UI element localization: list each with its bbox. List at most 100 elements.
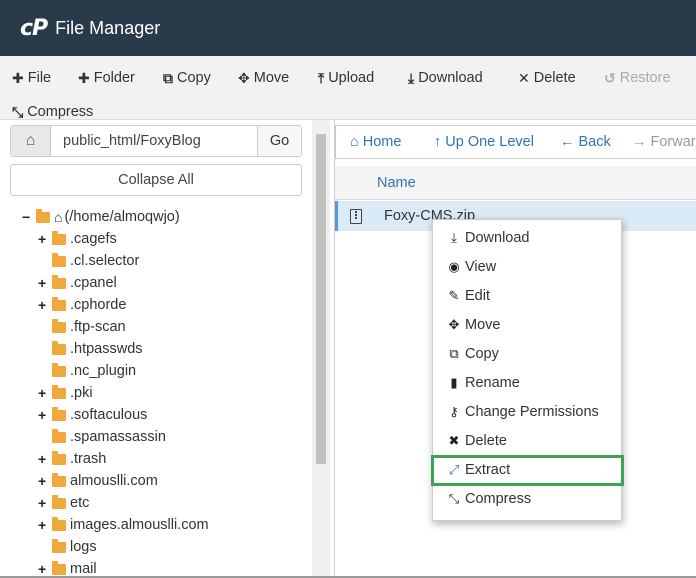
menu-item-view[interactable]: ◉ View	[447, 256, 496, 278]
tree-item-label: etc	[70, 495, 90, 511]
tree-item-label: .ftp-scan	[70, 319, 126, 335]
expand-toggle[interactable]: +	[38, 231, 52, 247]
tree-item[interactable]: + .cphorde	[38, 294, 126, 316]
menu-item-label: View	[465, 259, 497, 275]
expand-toggle[interactable]: +	[38, 473, 52, 489]
new-folder-button[interactable]: ✚ Folder	[78, 67, 135, 89]
tree-item[interactable]: + etc	[38, 492, 89, 514]
menu-item-delete[interactable]: ✖ Delete	[447, 430, 507, 452]
folder-icon	[52, 318, 66, 333]
expand-toggle[interactable]: +	[38, 561, 52, 577]
expand-toggle[interactable]: +	[38, 275, 52, 291]
expand-toggle[interactable]: +	[38, 517, 52, 533]
tree-item[interactable]: + .trash	[38, 448, 106, 470]
tree-item[interactable]: + .softaculous	[38, 404, 147, 426]
tree-item[interactable]: + mail	[38, 558, 97, 578]
menu-item-copy[interactable]: ⧉ Copy	[447, 343, 499, 365]
arrow-right-icon: →	[632, 134, 647, 150]
tree-item[interactable]: + images.almouslli.com	[38, 514, 209, 536]
tree-item-label: .nc_plugin	[70, 363, 137, 379]
upload-button[interactable]: ⤒ Upload	[318, 67, 374, 89]
folder-icon	[52, 406, 66, 421]
nav-up-button[interactable]: ↑ Up One Level	[434, 134, 534, 150]
undo-icon: ↺	[604, 69, 616, 86]
tree-item-label: images.almouslli.com	[70, 517, 209, 533]
tree-item-label: mail	[70, 561, 97, 577]
download-button[interactable]: ⤓ Download	[408, 67, 483, 89]
tree-item[interactable]: + .cagefs	[38, 228, 117, 250]
folder-open-icon	[36, 208, 50, 223]
tree-scrollbar[interactable]	[312, 120, 330, 578]
tree-item[interactable]: .cl.selector	[38, 250, 139, 272]
nav-forward-button[interactable]: →Forward	[632, 134, 696, 150]
expand-toggle[interactable]: +	[38, 495, 52, 511]
home-button[interactable]: ⌂	[11, 126, 51, 156]
expand-toggle[interactable]: +	[38, 407, 52, 423]
move-button[interactable]: ✥ Move	[238, 67, 289, 89]
expand-toggle[interactable]: +	[38, 451, 52, 467]
tree-item[interactable]: + .cpanel	[38, 272, 117, 294]
go-button[interactable]: Go	[257, 126, 301, 156]
menu-item-change-permissions[interactable]: ⚷ Change Permissions	[447, 401, 599, 423]
scrollbar-thumb[interactable]	[316, 134, 326, 464]
folder-icon	[52, 296, 66, 311]
tree-item-label: .cpanel	[70, 275, 117, 291]
folder-icon	[52, 472, 66, 487]
arrow-left-icon: ←	[560, 134, 575, 150]
tree-item[interactable]: .htpasswds	[38, 338, 143, 360]
expand-toggle[interactable]: +	[38, 385, 52, 401]
path-input[interactable]	[51, 126, 257, 156]
tree-item-label: .cl.selector	[70, 253, 140, 269]
menu-item-rename[interactable]: ▮ Rename	[447, 372, 519, 394]
move-icon: ✥	[238, 69, 250, 86]
nav-back-button[interactable]: ← Back	[560, 134, 611, 150]
folder-icon	[52, 538, 66, 553]
tree-item[interactable]: .ftp-scan	[38, 316, 126, 338]
folder-icon	[52, 252, 66, 267]
tree-item[interactable]: .spamassassin	[38, 426, 166, 448]
menu-item-download[interactable]: ⤓ Download	[447, 227, 530, 249]
app-header: cP File Manager	[0, 0, 696, 56]
folder-icon	[52, 450, 66, 465]
folder-icon	[52, 494, 66, 509]
tree-item-label: almouslli.com	[70, 473, 158, 489]
compress-icon: ⤡	[448, 491, 460, 506]
tree-item[interactable]: + .pki	[38, 382, 93, 404]
tree-item[interactable]: + almouslli.com	[38, 470, 158, 492]
nav-home-button[interactable]: ⌂ Home	[350, 134, 401, 150]
menu-item-label: Download	[465, 230, 530, 246]
delete-button[interactable]: ✕ Delete	[518, 67, 576, 89]
zip-file-icon	[350, 208, 362, 224]
folder-icon	[52, 384, 66, 399]
menu-item-label: Edit	[465, 288, 490, 304]
folder-icon	[52, 516, 66, 531]
name-column-header[interactable]: Name	[335, 166, 696, 200]
tree-item-label: .softaculous	[70, 407, 148, 423]
file-icon: ▮	[450, 375, 458, 390]
collapse-all-button[interactable]: Collapse All	[10, 164, 302, 196]
key-icon: ⚷	[449, 404, 459, 419]
directory-tree-panel: ⌂ Go Collapse All − ⌂ (/home/almoqwjo) +…	[0, 120, 312, 578]
copy-button[interactable]: ⧉ Copy	[163, 67, 211, 89]
menu-item-move[interactable]: ✥ Move	[447, 314, 501, 336]
arrow-up-icon: ↑	[434, 134, 442, 150]
tree-item[interactable]: logs	[38, 536, 97, 558]
menu-item-edit[interactable]: ✎ Edit	[447, 285, 490, 307]
times-icon: ✕	[518, 69, 530, 86]
restore-button[interactable]: ↺ Restore	[604, 67, 671, 89]
tree-root[interactable]: − ⌂ (/home/almoqwjo)	[22, 206, 180, 228]
new-file-button[interactable]: ✚ File	[12, 67, 51, 89]
tree-item-label: .trash	[70, 451, 107, 467]
tree-item-label: .pki	[70, 385, 93, 401]
upload-icon: ⤒	[318, 69, 325, 86]
menu-item-label: Compress	[465, 491, 532, 507]
collapse-toggle[interactable]: −	[22, 209, 36, 225]
navigation-bar: ⌂Home ↑Up One Level ←Back →Forward	[335, 125, 696, 159]
tree-item[interactable]: .nc_plugin	[38, 360, 136, 382]
toolbar: ✚ File ✚ Folder ⧉ Copy ✥ Move ⤒ Upload ⤓ Downl…	[0, 56, 696, 120]
plus-icon: ✚	[78, 69, 90, 86]
folder-icon	[52, 274, 66, 289]
menu-item-compress[interactable]: ⤡ Compress	[447, 488, 531, 510]
move-icon: ✥	[448, 317, 460, 332]
expand-toggle[interactable]: +	[38, 297, 52, 313]
